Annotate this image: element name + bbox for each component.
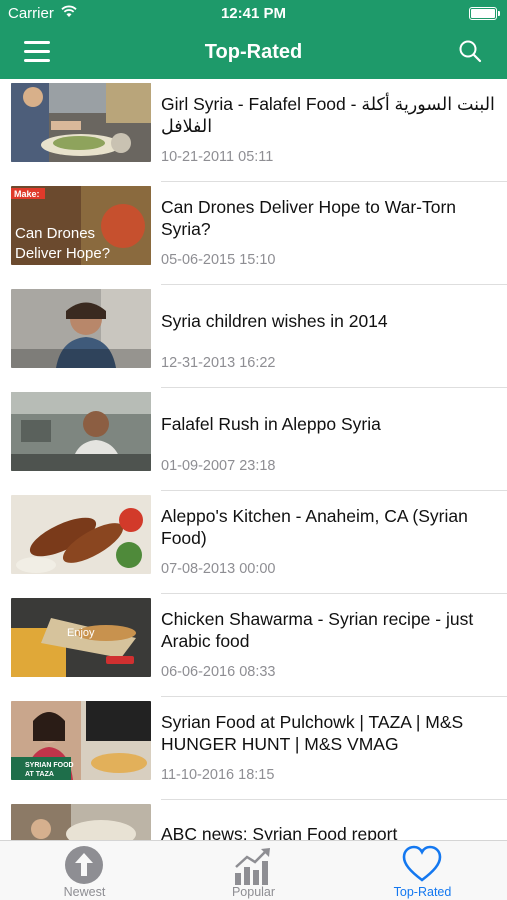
tab-label: Top-Rated [393,885,452,899]
video-row[interactable]: Girl Syria - Falafel Food - البنت السوري… [0,79,507,182]
app-header: Carrier 12:41 PM Top-Rated [0,0,507,79]
battery-icon [469,7,500,20]
tab-label: Popular [231,885,276,899]
search-icon[interactable] [457,39,483,65]
video-thumbnail: Enjoy [11,598,151,677]
video-thumbnail: SYRIAN FOOD AT TAZA [11,701,151,780]
tab-newest[interactable]: Newest [0,841,169,900]
video-thumbnail [11,392,151,471]
video-title: Chicken Shawarma - Syrian recipe - just … [161,609,474,651]
video-thumbnail [11,289,151,368]
video-date: 01-09-2007 23:18 [161,458,276,474]
video-list[interactable]: Girl Syria - Falafel Food - البنت السوري… [0,79,507,840]
video-row[interactable]: ABC news: Syrian Food report [0,800,507,840]
up-arrow-circle-icon [65,846,103,884]
status-time: 12:41 PM [220,5,287,22]
thumb-text: Enjoy [67,627,95,639]
video-thumbnail: Make: Can Drones Deliver Hope? [11,186,151,265]
video-date: 12-31-2013 16:22 [161,355,276,371]
page-title: Top-Rated [204,41,303,63]
video-title: Can Drones Deliver Hope to War-Torn Syri… [161,197,457,239]
status-bar: Carrier 12:41 PM [0,0,507,28]
video-title: Aleppo's Kitchen - Anaheim, CA (Syrian F… [161,506,468,548]
video-date: 06-06-2016 08:33 [161,664,276,680]
tab-label: Newest [63,885,106,899]
video-thumbnail [11,83,151,162]
video-row[interactable]: Aleppo's Kitchen - Anaheim, CA (Syrian F… [0,491,507,594]
thumb-badge: Make: [14,189,40,199]
video-title: ABC news: Syrian Food report [161,824,398,840]
video-row[interactable]: Syria children wishes in 2014 12-31-2013… [0,285,507,388]
video-row[interactable]: SYRIAN FOOD AT TAZA Syrian Food at Pulch… [0,697,507,800]
video-row[interactable]: Falafel Rush in Aleppo Syria 01-09-2007 … [0,388,507,491]
video-title: Girl Syria - Falafel Food - البنت السوري… [161,94,495,136]
video-thumbnail [11,495,151,574]
video-title: Syria children wishes in 2014 [161,311,388,331]
video-row[interactable]: Make: Can Drones Deliver Hope? Can Drone… [0,182,507,285]
video-title: Syrian Food at Pulchowk | TAZA | M&S HUN… [161,712,464,754]
video-date: 10-21-2011 05:11 [161,149,274,165]
video-date: 11-10-2016 18:15 [161,767,275,783]
bar-chart-trend-icon [235,848,270,885]
tab-top-rated[interactable]: Top-Rated [338,841,507,900]
heart-icon [402,845,442,882]
tab-popular[interactable]: Popular [169,841,338,900]
video-title: Falafel Rush in Aleppo Syria [161,414,381,434]
video-date: 05-06-2015 15:10 [161,252,276,268]
video-date: 07-08-2013 00:00 [161,561,276,577]
battery-level [471,9,495,18]
video-row[interactable]: Enjoy Chicken Shawarma - Syrian recipe -… [0,594,507,697]
video-thumbnail [11,804,151,840]
tab-bar: Newest Popular Top-Rated [0,840,507,900]
nav-bar: Top-Rated [0,28,507,79]
